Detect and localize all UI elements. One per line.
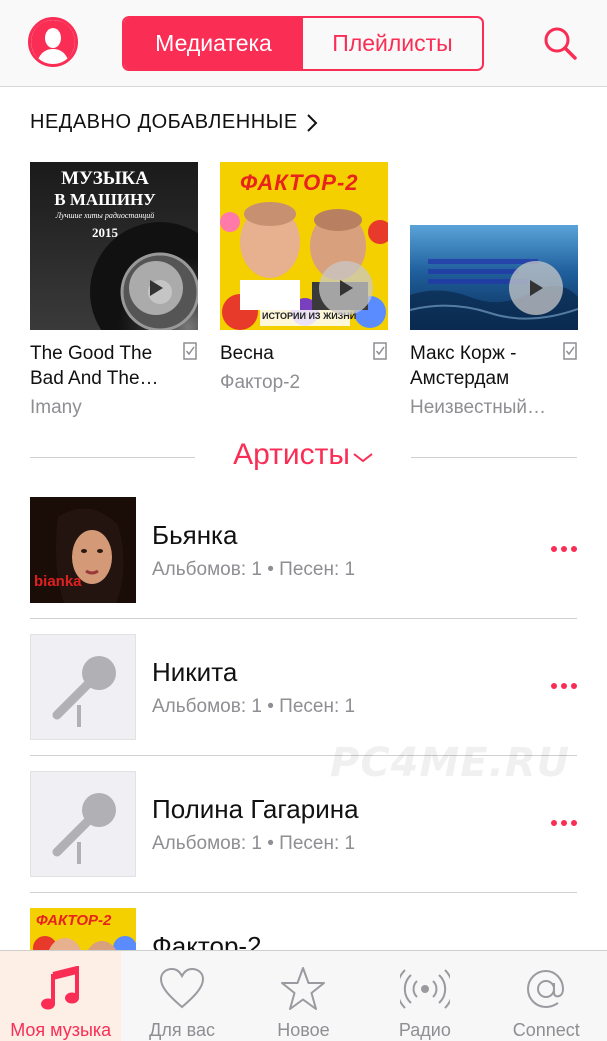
album-title: The Good The Bad And The… <box>30 343 159 389</box>
tab-for-you[interactable]: Для вас <box>121 951 242 1041</box>
star-icon <box>277 963 329 1015</box>
tab-label: Connect <box>512 1020 580 1040</box>
tab-label: Новое <box>277 1020 330 1040</box>
tab-library[interactable]: Медиатека <box>124 18 303 69</box>
cover-text: 2015 <box>92 225 118 240</box>
album-artist: Imany <box>30 397 82 418</box>
artist-artwork-placeholder <box>30 771 136 877</box>
search-icon <box>544 27 577 60</box>
artist-name: Бьянка <box>152 520 238 550</box>
cover-text: Лучшие хиты радиостанций <box>55 211 155 220</box>
artist-name: Фактор-2 <box>152 931 262 951</box>
more-options-icon[interactable] <box>550 682 578 690</box>
chevron-down-icon <box>353 453 373 463</box>
downloaded-icon <box>373 342 387 360</box>
artist-artwork: ФАКТОР-2 <box>30 908 136 951</box>
artist-artwork-placeholder <box>30 634 136 740</box>
album-card-1[interactable]: МУЗЫКА В МАШИНУ Лучшие хиты радиостанций… <box>30 162 198 330</box>
tab-radio[interactable]: Радио <box>364 951 485 1041</box>
top-nav-bar: Медиатека Плейлисты <box>0 0 607 87</box>
search-button[interactable] <box>541 24 579 62</box>
at-sign-icon <box>520 963 572 1015</box>
artist-meta: Альбомов: 1 • Песен: 1 <box>152 696 356 717</box>
artists-sort-dropdown[interactable]: Артисты <box>0 438 607 472</box>
album-title: Макс Корж - Амстердам <box>410 343 517 389</box>
album-card-3[interactable] <box>410 225 578 330</box>
microphone-icon <box>52 793 116 864</box>
tab-connect[interactable]: Connect <box>486 951 607 1041</box>
album-card-2[interactable]: ФАКТОР-2 ИСТОРИИ ИЗ ЖИЗНИ <box>220 162 388 330</box>
watermark: PC4ME.RU <box>330 740 571 786</box>
play-icon <box>340 280 353 296</box>
chevron-right-icon <box>306 113 318 132</box>
tab-label: Для вас <box>149 1020 215 1040</box>
bottom-tab-bar: Моя музыка Для вас Новое Радио Connect <box>0 950 607 1041</box>
downloaded-icon <box>183 342 197 360</box>
cover-text: ФАКТОР-2 <box>240 170 359 195</box>
recently-added-header[interactable]: НЕДАВНО ДОБАВЛЕННЫЕ <box>30 111 318 134</box>
artist-row-2[interactable]: Никита Альбомов: 1 • Песен: 1 <box>0 617 607 754</box>
album-cover[interactable]: ФАКТОР-2 ИСТОРИИ ИЗ ЖИЗНИ <box>220 162 388 330</box>
artists-title: Артисты <box>233 438 350 471</box>
tab-new[interactable]: Новое <box>243 951 364 1041</box>
album-title: Весна <box>220 343 274 364</box>
album-artist: Фактор-2 <box>220 372 301 393</box>
account-avatar-button[interactable] <box>28 17 78 67</box>
tab-my-music[interactable]: Моя музыка <box>0 951 122 1041</box>
play-button[interactable] <box>319 261 373 315</box>
cover-text: В МАШИНУ <box>54 190 156 209</box>
artist-meta: Альбомов: 1 • Песен: 1 <box>152 559 356 580</box>
artist-meta: Альбомов: 1 • Песен: 1 <box>152 833 356 854</box>
tab-label: Моя музыка <box>10 1020 112 1040</box>
artwork-text: bianka <box>34 573 82 590</box>
tab-playlists[interactable]: Плейлисты <box>303 18 482 69</box>
artist-name: Полина Гагарина <box>152 794 359 824</box>
album-cover[interactable]: МУЗЫКА В МАШИНУ Лучшие хиты радиостанций… <box>30 162 198 330</box>
radio-icon <box>399 963 451 1015</box>
play-button[interactable] <box>509 261 563 315</box>
artist-name: Никита <box>152 657 238 687</box>
library-playlists-segmented-control: Медиатека Плейлисты <box>122 16 484 71</box>
downloaded-icon <box>563 342 577 360</box>
microphone-icon <box>52 656 116 727</box>
artist-row-1[interactable]: bianka Бьянка Альбомов: 1 • Песен: 1 <box>0 480 607 617</box>
tab-label: Радио <box>398 1020 451 1040</box>
album-artist: Неизвестный… <box>410 397 547 418</box>
heart-icon <box>156 963 208 1015</box>
cover-text: МУЗЫКА <box>61 168 149 189</box>
user-silhouette-icon <box>31 20 75 64</box>
more-options-icon[interactable] <box>550 819 578 827</box>
play-icon <box>150 280 163 296</box>
play-icon <box>530 280 543 296</box>
play-button[interactable] <box>129 261 183 315</box>
music-note-icon <box>35 963 87 1015</box>
recently-added-title: НЕДАВНО ДОБАВЛЕННЫЕ <box>30 111 298 133</box>
artist-artwork: bianka <box>30 497 136 603</box>
artwork-text: ФАКТОР-2 <box>36 912 112 929</box>
album-cover[interactable] <box>410 225 578 330</box>
more-options-icon[interactable] <box>550 545 578 553</box>
artist-row-4[interactable]: ФАКТОР-2 Фактор-2 <box>0 891 607 951</box>
